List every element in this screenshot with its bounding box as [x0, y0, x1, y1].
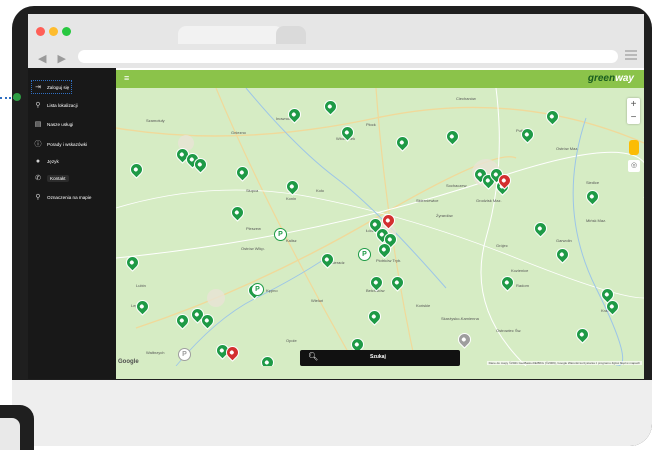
- map-place-label: Kępno: [266, 288, 278, 293]
- map-place-label: Kozienice: [511, 268, 529, 273]
- sidebar-item-legend[interactable]: ⚲ Oznaczenia na mapie: [34, 193, 91, 201]
- browser-chrome: ◀ ▶: [28, 14, 644, 68]
- map-place-label: Grodzisk Maz.: [476, 198, 502, 203]
- window-controls: [36, 27, 71, 36]
- map-bottom-strip: [116, 366, 644, 379]
- document-icon: ▤: [34, 121, 42, 128]
- map-place-label: Garwolin: [556, 238, 572, 243]
- map-place-label: Piotrków Tryb.: [376, 258, 402, 263]
- sidebar-item-contact[interactable]: ✆ Kontakt: [34, 174, 69, 182]
- parking-icon[interactable]: P: [274, 228, 287, 241]
- google-logo: Google: [118, 359, 139, 365]
- marker-icon: ⚲: [35, 194, 41, 201]
- map-place-label: Kalisz: [286, 238, 297, 243]
- brand-logo[interactable]: greenway: [588, 73, 634, 84]
- map-place-label: Konin: [286, 196, 297, 201]
- locate-me-icon[interactable]: ◎: [628, 160, 640, 172]
- browser-menu-icon[interactable]: [625, 50, 637, 62]
- map-place-label: Końskie: [416, 303, 431, 308]
- map-attribution[interactable]: Dane do mapy ©2021 GeoBasis-DE/BKG (©200…: [486, 361, 642, 365]
- sidebar-item-tips[interactable]: ⓘ Porady i wskazówki: [34, 139, 88, 149]
- minimize-dot[interactable]: [49, 27, 58, 36]
- browser-tab-active[interactable]: [178, 26, 283, 44]
- phone-icon: ✆: [35, 175, 41, 182]
- map-place-label: Lubin: [136, 283, 146, 288]
- map-place-label: Wałbrzych: [146, 350, 165, 355]
- address-bar[interactable]: [78, 50, 618, 63]
- sidebar-item-label: Lista lokalizacji: [47, 102, 78, 108]
- map-place-label: Sochaczew: [446, 183, 467, 188]
- sidebar-item-label: Zaloguj się: [47, 84, 70, 90]
- logo-green-text: green: [587, 73, 616, 84]
- parking-icon[interactable]: P: [251, 283, 264, 296]
- sidebar-item-label: Kontakt: [47, 174, 69, 182]
- parking-icon[interactable]: P: [358, 248, 371, 261]
- map-place-label: Koło: [316, 188, 325, 193]
- map-place-label: Skarżysko-Kamienna: [441, 316, 479, 321]
- map-place-label: Płock: [366, 122, 376, 127]
- sidebar-item-label: Język: [47, 159, 59, 164]
- sidebar-item-login[interactable]: ⇥ Zaloguj się: [30, 80, 73, 94]
- map-place-label: Siedlce: [586, 180, 600, 185]
- map-place-label: Wieluń: [311, 298, 324, 303]
- search-icon: 🔍︎: [308, 352, 319, 361]
- map-place-label: Szamotuły: [146, 118, 165, 123]
- map-place-label: Słupca: [246, 188, 259, 193]
- map-place-label: Mińsk Maz.: [586, 218, 607, 223]
- zoom-control: + −: [627, 98, 640, 124]
- map-place-label: Skierniewice: [416, 198, 439, 203]
- location-pin-icon: ⚲: [35, 102, 41, 109]
- parking-icon[interactable]: P: [178, 348, 191, 361]
- map-place-label: Gniezno: [231, 130, 246, 135]
- search-label: Szukaj: [370, 354, 386, 360]
- sidebar-item-language[interactable]: ● Język: [34, 158, 59, 165]
- sidebar-item-locations[interactable]: ⚲ Lista lokalizacji: [34, 101, 78, 109]
- sidebar-item-label: Nasze usługi: [47, 121, 74, 127]
- map-place-label: Opole: [286, 338, 297, 343]
- sidebar-item-label: Porady i wskazówki: [47, 141, 88, 147]
- sidebar-item-services[interactable]: ▤ Nasze usługi: [34, 120, 74, 128]
- logo-way-text: way: [615, 73, 634, 84]
- sidebar: ⇥ Zaloguj się ⚲ Lista lokalizacji ▤ Nasz…: [28, 68, 116, 379]
- browser-tab[interactable]: [276, 26, 306, 44]
- globe-icon: ●: [35, 158, 41, 165]
- map-place-label: Ciechanów: [456, 96, 476, 101]
- second-device-screen: [0, 418, 20, 450]
- map-place-label: Grójec: [496, 243, 508, 248]
- login-icon: ⇥: [35, 84, 41, 91]
- zoom-out-button[interactable]: −: [627, 111, 640, 124]
- map-place-label: Ostrów Wlkp.: [241, 246, 265, 251]
- map-place-label: Radom: [516, 283, 529, 288]
- close-dot[interactable]: [36, 27, 45, 36]
- nav-arrows[interactable]: ◀ ▶: [38, 52, 70, 65]
- map-place-label: Ostrów Maz.: [556, 146, 579, 151]
- callout-dot: [13, 93, 21, 101]
- menu-icon[interactable]: ≡: [124, 74, 129, 83]
- info-icon: ⓘ: [34, 141, 42, 148]
- map-place-label: Żyrardów: [436, 213, 453, 218]
- map-place-label: Pleszew: [246, 226, 261, 231]
- search-button[interactable]: 🔍︎ Szukaj: [300, 350, 460, 366]
- map-place-label: Ostrowiec Św.: [496, 328, 522, 333]
- sidebar-item-label: Oznaczenia na mapie: [47, 194, 92, 200]
- zoom-in-button[interactable]: +: [627, 98, 640, 111]
- device-base: [12, 380, 652, 446]
- map-canvas[interactable]: Szamotuły Gniezno Inowrocław Płock Ciech…: [116, 88, 644, 366]
- maximize-dot[interactable]: [62, 27, 71, 36]
- screen: ◀ ▶ ⇥ Zaloguj się ⚲ Lista lokalizacji ▤ …: [28, 14, 644, 379]
- app-header: ≡ greenway: [116, 70, 644, 88]
- street-view-pegman-icon[interactable]: [629, 140, 639, 155]
